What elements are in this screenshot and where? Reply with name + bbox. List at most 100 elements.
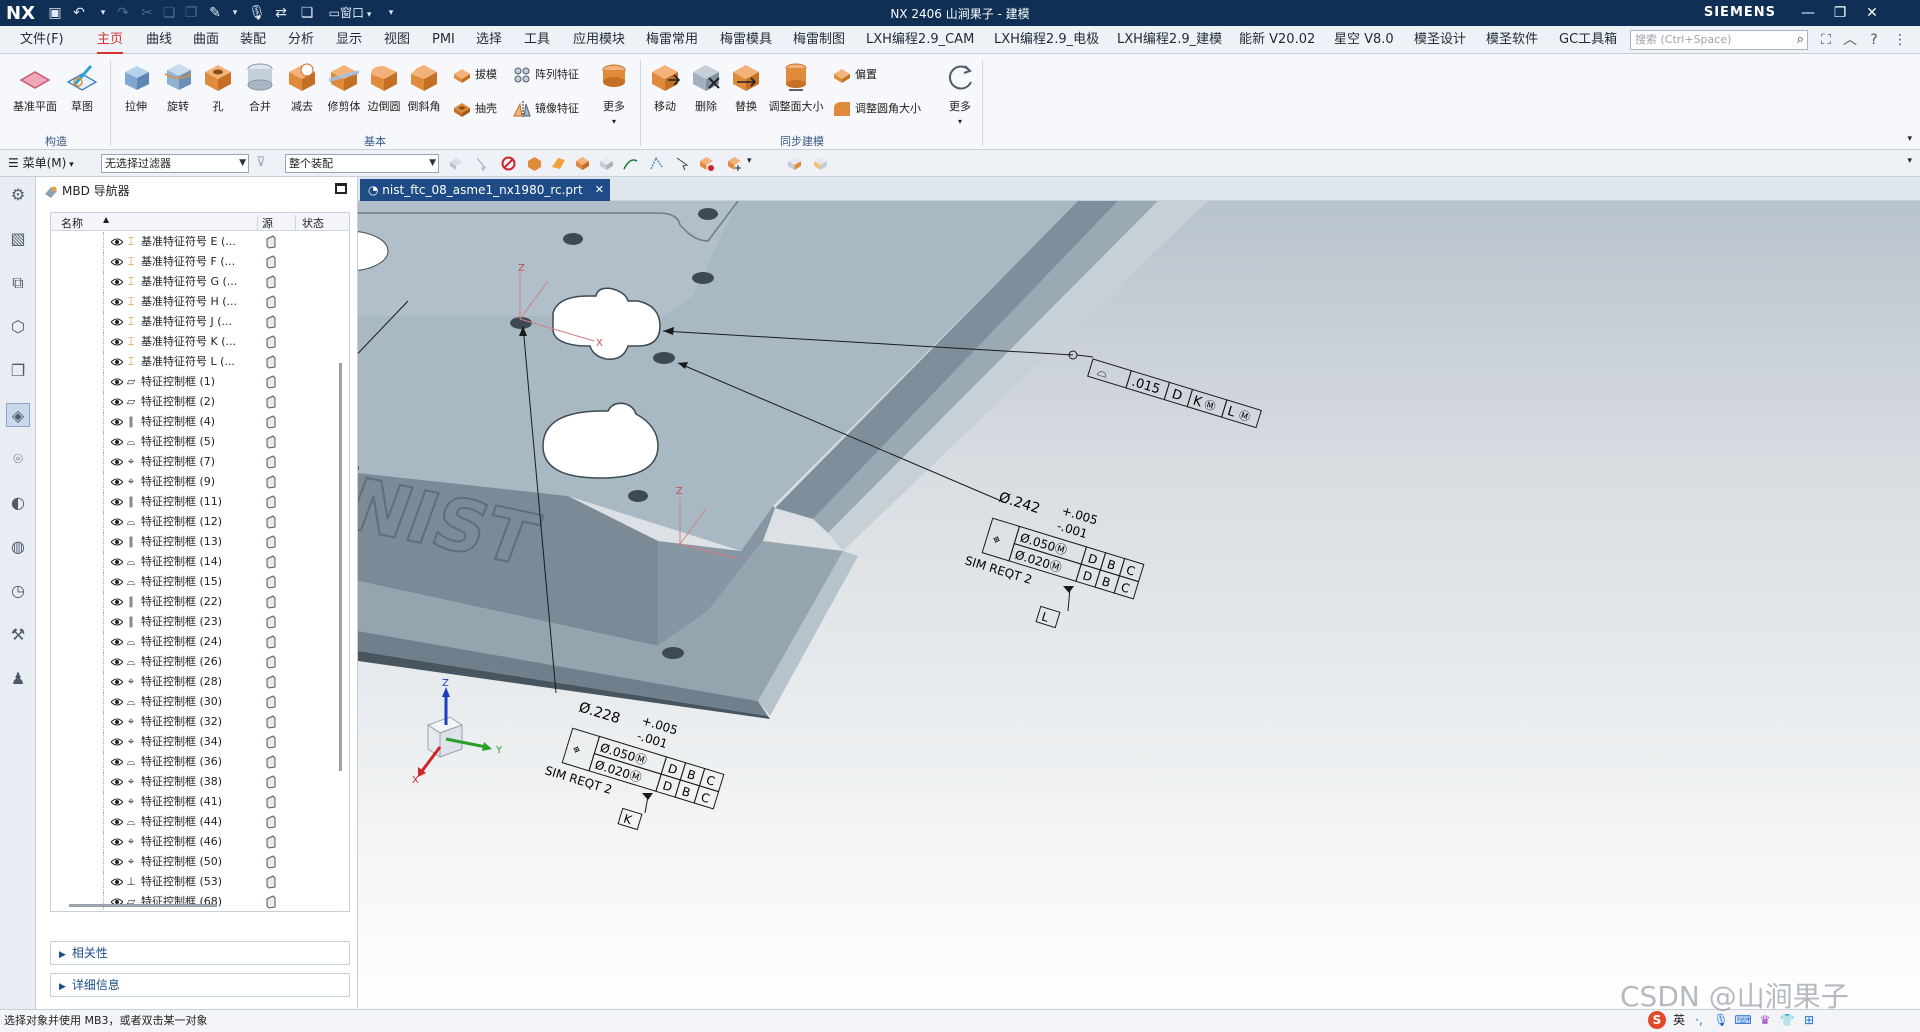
skin-icon[interactable]: ♛ [1756, 1011, 1774, 1029]
hole[interactable] [698, 208, 718, 220]
tab-nengxin[interactable]: 能新 V20.02 [1239, 26, 1315, 54]
visibility-eye-icon[interactable] [111, 298, 123, 306]
close-tab-icon[interactable]: ✕ [595, 179, 604, 201]
hole[interactable] [653, 352, 675, 364]
select-face-icon[interactable] [550, 155, 567, 172]
tree-row[interactable]: ∥ 特征控制框 (22) [51, 592, 349, 612]
tree-row[interactable]: ⌶ 基准特征符号 K (... [51, 332, 349, 352]
visibility-eye-icon[interactable] [111, 478, 123, 486]
tab-selection[interactable]: 选择 [476, 26, 502, 54]
tree-row[interactable]: ⌶ 基准特征符号 G (... [51, 272, 349, 292]
draft-button[interactable]: 拔模 [452, 64, 497, 86]
visibility-eye-icon[interactable] [111, 598, 123, 606]
select-sheet-icon[interactable] [598, 155, 615, 172]
tree-row[interactable]: ⌖ 特征控制框 (7) [51, 452, 349, 472]
command-search-input[interactable]: 搜索 (Ctrl+Space) ⌕ [1630, 30, 1808, 50]
tree-row[interactable]: ⌓ 特征控制框 (12) [51, 512, 349, 532]
visibility-eye-icon[interactable] [111, 558, 123, 566]
visibility-eye-icon[interactable] [111, 658, 123, 666]
visibility-eye-icon[interactable] [111, 638, 123, 646]
datum-plane-button[interactable]: 基准平面 [10, 58, 60, 132]
visibility-eye-icon[interactable] [111, 538, 123, 546]
select-solid-icon[interactable] [574, 155, 591, 172]
tree-row[interactable]: ⌓ 特征控制框 (36) [51, 752, 349, 772]
tree-horizontal-scrollbar[interactable] [69, 904, 217, 907]
part-navigator-icon[interactable]: ▧ [6, 227, 30, 251]
tree-row[interactable]: ⌶ 基准特征符号 J (... [51, 312, 349, 332]
hole-callout-bottom[interactable]: Ø.228 +.005 -.001 ⌖ Ø.050Ⓜ D B C Ø.020Ⓜ … [543, 691, 734, 827]
tree-row[interactable]: ∥ 特征控制框 (11) [51, 492, 349, 512]
tree-row[interactable]: ⌓ 特征控制框 (44) [51, 812, 349, 832]
visibility-eye-icon[interactable] [111, 498, 123, 506]
wcs-icon[interactable] [786, 155, 803, 172]
grid-menu-icon[interactable]: ⊞ [1800, 1011, 1818, 1029]
tree-row[interactable]: ⌓ 特征控制框 (14) [51, 552, 349, 572]
revolve-button[interactable]: 旋转 [158, 58, 198, 132]
tree-row[interactable]: ⌓ 特征控制框 (30) [51, 692, 349, 712]
view-cube-icon[interactable] [812, 155, 829, 172]
delete-face-button[interactable]: 删除 [686, 58, 726, 132]
tab-applications[interactable]: 应用模块 [573, 26, 625, 54]
tree-row[interactable]: ⌖ 特征控制框 (38) [51, 772, 349, 792]
tree-row[interactable]: ⌓ 特征控制框 (24) [51, 632, 349, 652]
tree-row[interactable]: ⌖ 特征控制框 (34) [51, 732, 349, 752]
tree-row[interactable]: ▱ 特征控制框 (2) [51, 392, 349, 412]
tree-row[interactable]: ▱ 特征控制框 (68) [51, 892, 349, 911]
undo-icon[interactable]: ↶ [68, 3, 90, 23]
tab-assembly[interactable]: 装配 [240, 26, 266, 54]
curve-rule-icon[interactable] [622, 155, 639, 172]
tab-meilei-drafting[interactable]: 梅雷制图 [793, 26, 845, 54]
deselect-all-icon[interactable] [500, 155, 517, 172]
ribbon-options-icon[interactable]: ▾ [1907, 134, 1912, 144]
tab-lxh-cam[interactable]: LXH编程2.9_CAM [866, 26, 974, 54]
visibility-eye-icon[interactable] [111, 458, 123, 466]
visibility-eye-icon[interactable] [111, 358, 123, 366]
more-options-icon[interactable]: ⋮ [1889, 29, 1911, 51]
resize-blend-button[interactable]: 调整圆角大小 [832, 98, 921, 120]
show-hide-icon[interactable] [698, 155, 715, 172]
visibility-eye-icon[interactable] [111, 878, 123, 886]
offset-face-button[interactable]: 偏置 [832, 64, 877, 86]
tree-row[interactable]: ⌶ 基准特征符号 F (... [51, 252, 349, 272]
sketch-button[interactable]: 草图 [64, 58, 100, 132]
restore-button[interactable]: ❐ [1824, 0, 1856, 26]
visibility-eye-icon[interactable] [111, 398, 123, 406]
tree-row[interactable]: ⌖ 特征控制框 (9) [51, 472, 349, 492]
visibility-eye-icon[interactable] [111, 618, 123, 626]
microphone-icon[interactable]: 🎙 [246, 3, 268, 23]
ime-language[interactable]: 英 [1670, 1011, 1688, 1029]
tab-xingkong[interactable]: 星空 V8.0 [1334, 26, 1394, 54]
tab-pmi[interactable]: PMI [432, 26, 455, 54]
tab-lxh-modeling[interactable]: LXH编程2.9_建模 [1117, 26, 1222, 54]
visibility-eye-icon[interactable] [111, 838, 123, 846]
tree-row[interactable]: ⌶ 基准特征符号 E (... [51, 232, 349, 252]
tab-home[interactable]: 主页 [97, 26, 124, 54]
chevron-down-icon[interactable]: ▾ [747, 156, 752, 166]
select-body-icon[interactable] [526, 155, 543, 172]
filter-reset-icon[interactable]: ⊽ [256, 155, 273, 172]
tree-row[interactable]: ⊥ 特征控制框 (53) [51, 872, 349, 892]
model-view[interactable]: NIST Z X Z ⌓ .015 D K Ⓜ L Ⓜ Ø.242 +.005 … [358, 201, 1920, 1009]
main-menu-button[interactable]: ☰ 菜单(M) ▾ [8, 154, 74, 173]
tab-display[interactable]: 显示 [336, 26, 362, 54]
sort-ascending-icon[interactable]: ▲ [103, 215, 109, 224]
resize-face-button[interactable]: 调整面大小 [766, 58, 826, 132]
hd3d-tools-icon[interactable]: ⌾ [6, 447, 30, 471]
tab-lxh-electrode[interactable]: LXH编程2.9_电极 [994, 26, 1099, 54]
visibility-eye-icon[interactable] [111, 698, 123, 706]
fcf-profile-surface[interactable]: ⌓ .015 D K Ⓜ L Ⓜ [1087, 358, 1262, 429]
quick-pick-icon[interactable] [674, 155, 691, 172]
touch-dropdown-icon[interactable]: ▾ [224, 3, 246, 23]
hole[interactable] [662, 647, 684, 659]
process-studio-icon[interactable]: ⚒ [6, 623, 30, 647]
tree-row[interactable]: ∥ 特征控制框 (13) [51, 532, 349, 552]
assembly-navigator-icon[interactable]: ⧉ [6, 271, 30, 295]
constraint-navigator-icon[interactable]: ⬡ [6, 315, 30, 339]
reuse-library-icon[interactable]: ❒ [6, 359, 30, 383]
trim-body-button[interactable]: 修剪体 [324, 58, 364, 132]
visibility-eye-icon[interactable] [111, 718, 123, 726]
hole[interactable] [628, 490, 648, 502]
link-icon[interactable]: ⇄ [270, 3, 292, 23]
pattern-feature-button[interactable]: 阵列特征 [512, 64, 579, 86]
tab-analysis[interactable]: 分析 [288, 26, 314, 54]
